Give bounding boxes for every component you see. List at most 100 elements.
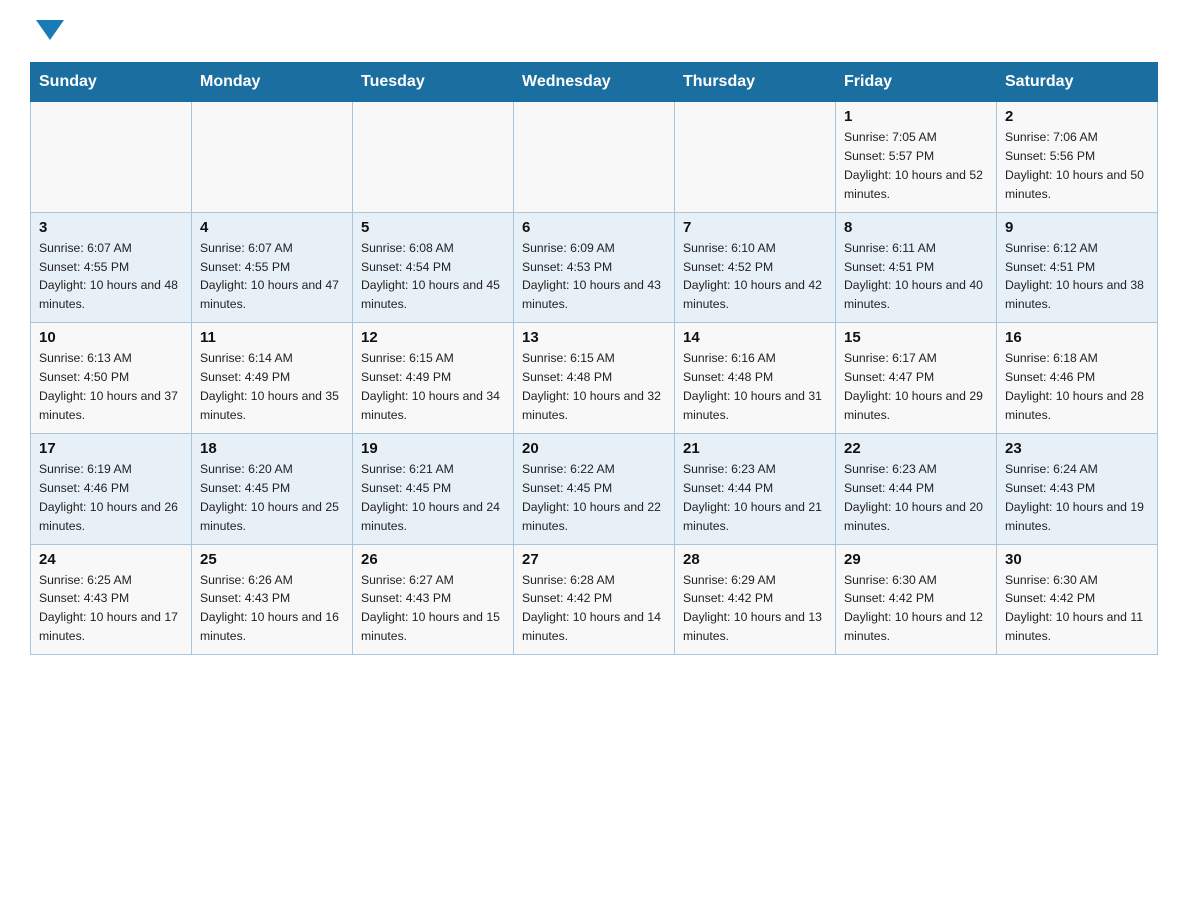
calendar-cell: 30 Sunrise: 6:30 AMSunset: 4:42 PMDayligh… <box>997 544 1158 655</box>
logo-blue-text <box>30 20 64 42</box>
calendar-cell: 14 Sunrise: 6:16 AMSunset: 4:48 PMDayligh… <box>675 323 836 434</box>
calendar-cell: 15 Sunrise: 6:17 AMSunset: 4:47 PMDayligh… <box>836 323 997 434</box>
day-number: 25 <box>200 551 344 568</box>
day-number: 2 <box>1005 108 1149 125</box>
day-info: Sunrise: 6:07 AMSunset: 4:55 PMDaylight:… <box>39 239 183 315</box>
day-number: 22 <box>844 440 988 457</box>
calendar-cell: 26Sunrise: 6:27 AMSunset: 4:43 PMDayligh… <box>353 544 514 655</box>
day-info: Sunrise: 6:13 AMSunset: 4:50 PMDaylight:… <box>39 349 183 425</box>
calendar-cell <box>675 102 836 213</box>
day-number: 9 <box>1005 219 1149 236</box>
calendar-cell: 11 Sunrise: 6:14 AMSunset: 4:49 PMDayligh… <box>192 323 353 434</box>
day-info: Sunrise: 6:27 AMSunset: 4:43 PMDaylight:… <box>361 571 505 647</box>
day-info: Sunrise: 6:23 AMSunset: 4:44 PMDaylight:… <box>844 460 988 536</box>
calendar-cell: 18 Sunrise: 6:20 AMSunset: 4:45 PMDayligh… <box>192 433 353 544</box>
calendar-cell <box>353 102 514 213</box>
day-info: Sunrise: 6:18 AMSunset: 4:46 PMDaylight:… <box>1005 349 1149 425</box>
day-number: 13 <box>522 329 666 346</box>
weekday-header-sunday: Sunday <box>31 63 192 102</box>
week-row-5: 24Sunrise: 6:25 AMSunset: 4:43 PMDayligh… <box>31 544 1158 655</box>
day-number: 23 <box>1005 440 1149 457</box>
logo <box>30 20 64 42</box>
day-info: Sunrise: 6:30 AMSunset: 4:42 PMDaylight:… <box>844 571 988 647</box>
page-header <box>30 20 1158 42</box>
calendar-cell: 12 Sunrise: 6:15 AMSunset: 4:49 PMDayligh… <box>353 323 514 434</box>
calendar-cell: 2 Sunrise: 7:06 AMSunset: 5:56 PMDaylight… <box>997 102 1158 213</box>
day-info: Sunrise: 6:14 AMSunset: 4:49 PMDaylight:… <box>200 349 344 425</box>
day-number: 1 <box>844 108 988 125</box>
day-info: Sunrise: 6:19 AMSunset: 4:46 PMDaylight:… <box>39 460 183 536</box>
calendar-cell: 27Sunrise: 6:28 AMSunset: 4:42 PMDayligh… <box>514 544 675 655</box>
calendar-cell: 24Sunrise: 6:25 AMSunset: 4:43 PMDayligh… <box>31 544 192 655</box>
calendar-cell: 6Sunrise: 6:09 AMSunset: 4:53 PMDaylight… <box>514 212 675 323</box>
day-number: 21 <box>683 440 827 457</box>
day-info: Sunrise: 6:09 AMSunset: 4:53 PMDaylight:… <box>522 239 666 315</box>
day-info: Sunrise: 6:17 AMSunset: 4:47 PMDaylight:… <box>844 349 988 425</box>
calendar-cell: 23 Sunrise: 6:24 AMSunset: 4:43 PMDayligh… <box>997 433 1158 544</box>
calendar-cell <box>192 102 353 213</box>
calendar-cell: 19 Sunrise: 6:21 AMSunset: 4:45 PMDayligh… <box>353 433 514 544</box>
day-number: 28 <box>683 551 827 568</box>
calendar-cell <box>31 102 192 213</box>
day-info: Sunrise: 6:30 AMSunset: 4:42 PMDaylight:… <box>1005 571 1149 647</box>
day-info: Sunrise: 6:21 AMSunset: 4:45 PMDaylight:… <box>361 460 505 536</box>
calendar-cell: 9 Sunrise: 6:12 AMSunset: 4:51 PMDaylight… <box>997 212 1158 323</box>
week-row-3: 10 Sunrise: 6:13 AMSunset: 4:50 PMDayligh… <box>31 323 1158 434</box>
day-info: Sunrise: 6:15 AMSunset: 4:48 PMDaylight:… <box>522 349 666 425</box>
day-number: 10 <box>39 329 183 346</box>
day-info: Sunrise: 6:11 AMSunset: 4:51 PMDaylight:… <box>844 239 988 315</box>
day-number: 3 <box>39 219 183 236</box>
calendar-cell: 25 Sunrise: 6:26 AMSunset: 4:43 PMDayligh… <box>192 544 353 655</box>
day-number: 17 <box>39 440 183 457</box>
day-info: Sunrise: 7:06 AMSunset: 5:56 PMDaylight:… <box>1005 128 1149 204</box>
day-number: 19 <box>361 440 505 457</box>
calendar-cell: 13 Sunrise: 6:15 AMSunset: 4:48 PMDayligh… <box>514 323 675 434</box>
day-info: Sunrise: 6:12 AMSunset: 4:51 PMDaylight:… <box>1005 239 1149 315</box>
calendar-cell: 16 Sunrise: 6:18 AMSunset: 4:46 PMDayligh… <box>997 323 1158 434</box>
day-info: Sunrise: 6:08 AMSunset: 4:54 PMDaylight:… <box>361 239 505 315</box>
day-number: 7 <box>683 219 827 236</box>
week-row-1: 1 Sunrise: 7:05 AMSunset: 5:57 PMDaylight… <box>31 102 1158 213</box>
day-number: 29 <box>844 551 988 568</box>
day-info: Sunrise: 6:16 AMSunset: 4:48 PMDaylight:… <box>683 349 827 425</box>
week-row-2: 3 Sunrise: 6:07 AMSunset: 4:55 PMDaylight… <box>31 212 1158 323</box>
logo-triangle-icon <box>36 20 64 40</box>
calendar-table: SundayMondayTuesdayWednesdayThursdayFrid… <box>30 62 1158 655</box>
calendar-cell: 10 Sunrise: 6:13 AMSunset: 4:50 PMDayligh… <box>31 323 192 434</box>
calendar-cell: 20Sunrise: 6:22 AMSunset: 4:45 PMDayligh… <box>514 433 675 544</box>
calendar-cell: 4Sunrise: 6:07 AMSunset: 4:55 PMDaylight… <box>192 212 353 323</box>
weekday-header-tuesday: Tuesday <box>353 63 514 102</box>
day-info: Sunrise: 6:20 AMSunset: 4:45 PMDaylight:… <box>200 460 344 536</box>
calendar-cell: 22 Sunrise: 6:23 AMSunset: 4:44 PMDayligh… <box>836 433 997 544</box>
day-info: Sunrise: 6:07 AMSunset: 4:55 PMDaylight:… <box>200 239 344 315</box>
day-info: Sunrise: 6:10 AMSunset: 4:52 PMDaylight:… <box>683 239 827 315</box>
weekday-header-monday: Monday <box>192 63 353 102</box>
day-number: 30 <box>1005 551 1149 568</box>
day-number: 15 <box>844 329 988 346</box>
day-number: 5 <box>361 219 505 236</box>
day-number: 12 <box>361 329 505 346</box>
calendar-cell <box>514 102 675 213</box>
day-number: 14 <box>683 329 827 346</box>
calendar-cell: 21Sunrise: 6:23 AMSunset: 4:44 PMDayligh… <box>675 433 836 544</box>
day-info: Sunrise: 6:26 AMSunset: 4:43 PMDaylight:… <box>200 571 344 647</box>
calendar-cell: 1 Sunrise: 7:05 AMSunset: 5:57 PMDaylight… <box>836 102 997 213</box>
day-info: Sunrise: 6:15 AMSunset: 4:49 PMDaylight:… <box>361 349 505 425</box>
day-info: Sunrise: 7:05 AMSunset: 5:57 PMDaylight:… <box>844 128 988 204</box>
weekday-header-thursday: Thursday <box>675 63 836 102</box>
calendar-cell: 5 Sunrise: 6:08 AMSunset: 4:54 PMDaylight… <box>353 212 514 323</box>
calendar-cell: 3 Sunrise: 6:07 AMSunset: 4:55 PMDaylight… <box>31 212 192 323</box>
weekday-header-saturday: Saturday <box>997 63 1158 102</box>
weekday-header-row: SundayMondayTuesdayWednesdayThursdayFrid… <box>31 63 1158 102</box>
day-info: Sunrise: 6:24 AMSunset: 4:43 PMDaylight:… <box>1005 460 1149 536</box>
day-number: 11 <box>200 329 344 346</box>
calendar-cell: 28Sunrise: 6:29 AMSunset: 4:42 PMDayligh… <box>675 544 836 655</box>
day-number: 18 <box>200 440 344 457</box>
day-info: Sunrise: 6:22 AMSunset: 4:45 PMDaylight:… <box>522 460 666 536</box>
day-number: 8 <box>844 219 988 236</box>
day-number: 16 <box>1005 329 1149 346</box>
calendar-cell: 29 Sunrise: 6:30 AMSunset: 4:42 PMDayligh… <box>836 544 997 655</box>
calendar-cell: 8 Sunrise: 6:11 AMSunset: 4:51 PMDaylight… <box>836 212 997 323</box>
calendar-cell: 7 Sunrise: 6:10 AMSunset: 4:52 PMDaylight… <box>675 212 836 323</box>
week-row-4: 17 Sunrise: 6:19 AMSunset: 4:46 PMDayligh… <box>31 433 1158 544</box>
